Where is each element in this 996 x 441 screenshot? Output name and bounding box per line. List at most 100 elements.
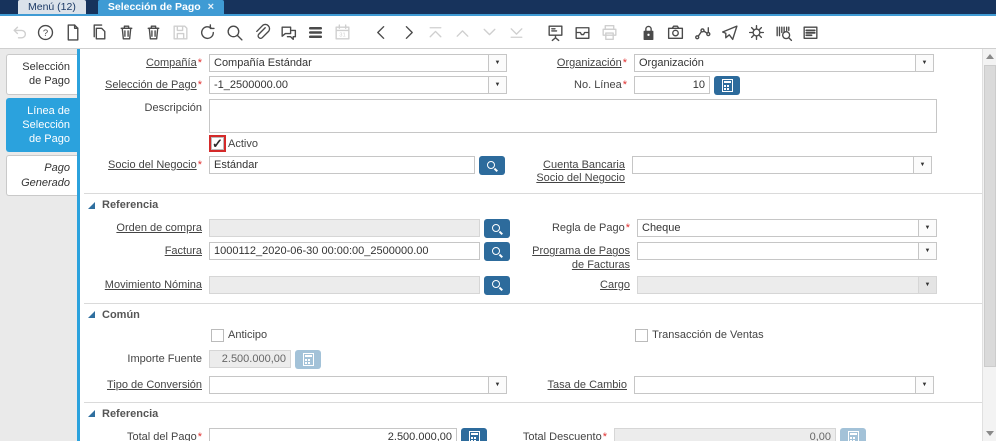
- cuenta-bancaria-combobox[interactable]: [632, 156, 932, 174]
- no-linea-label: No. Línea*: [574, 79, 627, 91]
- organizacion-label: Organización*: [556, 57, 627, 69]
- organizacion-combobox[interactable]: [634, 54, 934, 72]
- socio-del-negocio-input[interactable]: [209, 156, 475, 174]
- tipo-conversion-combobox[interactable]: [209, 375, 507, 394]
- next-record-icon[interactable]: [398, 22, 418, 42]
- tipo-conversion-dropdown-icon[interactable]: [488, 376, 506, 393]
- regla-de-pago-input[interactable]: [638, 220, 918, 237]
- factura-input[interactable]: [209, 242, 480, 261]
- row-compania-organizacion: Compañía* Organización*: [84, 54, 982, 72]
- archive-icon[interactable]: [572, 22, 592, 42]
- no-linea-input[interactable]: [634, 76, 710, 94]
- tasa-cambio-combobox[interactable]: [634, 375, 934, 394]
- calculator-icon: [468, 430, 480, 441]
- cargo-label: Cargo: [600, 278, 630, 291]
- cuenta-bancaria-label: Cuenta Bancaria Socio del Negocio: [536, 159, 625, 185]
- process-icon[interactable]: [746, 22, 766, 42]
- total-pago-input[interactable]: [209, 427, 457, 441]
- collapse-triangle-icon[interactable]: [88, 201, 95, 209]
- delete-selection-icon[interactable]: [143, 22, 163, 42]
- row-socio-cuenta: Socio del Negocio* Cuenta Bancaria Socio…: [84, 156, 982, 185]
- tab-seleccion-de-pago-label: Selección de Pago: [107, 1, 201, 13]
- print-icon: [599, 22, 619, 42]
- seleccion-de-pago-combobox[interactable]: [209, 76, 507, 94]
- svg-text:31: 31: [339, 32, 345, 38]
- toolbar: ? 31: [0, 16, 996, 49]
- sidebar-tab-pago-generado[interactable]: Pago Generado: [6, 155, 77, 197]
- compania-combobox[interactable]: [209, 54, 507, 72]
- importe-fuente-input: [209, 349, 291, 368]
- grid-toggle-icon[interactable]: [305, 22, 325, 42]
- tasa-cambio-dropdown-icon[interactable]: [915, 376, 933, 393]
- compania-dropdown-icon[interactable]: [488, 55, 506, 71]
- sidebar-tab-linea-de-seleccion-de-pago[interactable]: Línea de Selección de Pago: [6, 97, 77, 153]
- activo-checkbox[interactable]: [209, 135, 226, 152]
- tab-seleccion-de-pago[interactable]: Selección de Pago ×: [97, 0, 225, 14]
- descripcion-textarea[interactable]: [209, 99, 937, 133]
- requests-icon[interactable]: [719, 22, 739, 42]
- seleccion-de-pago-dropdown-icon[interactable]: [488, 77, 506, 93]
- delete-record-icon[interactable]: [116, 22, 136, 42]
- prev-record-icon[interactable]: [371, 22, 391, 42]
- scroll-up-icon[interactable]: [983, 50, 996, 63]
- vertical-scrollbar[interactable]: [982, 49, 996, 441]
- cargo-input: [638, 276, 918, 293]
- anticipo-checkbox[interactable]: [211, 328, 224, 342]
- total-descuento-input: [614, 427, 836, 441]
- tab-menu[interactable]: Menú (12): [18, 0, 86, 14]
- cuenta-bancaria-dropdown-icon[interactable]: [913, 157, 931, 173]
- no-linea-calculator-button[interactable]: [714, 76, 740, 95]
- movimiento-nomina-input: [209, 275, 480, 294]
- tasa-cambio-input[interactable]: [635, 376, 915, 393]
- orden-de-compra-search-button[interactable]: [484, 219, 510, 239]
- orden-de-compra-input: [209, 219, 480, 238]
- programa-pagos-input[interactable]: [638, 243, 918, 260]
- seleccion-de-pago-input[interactable]: [210, 77, 488, 93]
- scrollbar-thumb[interactable]: [984, 65, 996, 367]
- collapse-triangle-icon[interactable]: [88, 311, 95, 319]
- refresh-icon[interactable]: [197, 22, 217, 42]
- transaccion-ventas-checkbox[interactable]: [635, 328, 649, 342]
- product-info-icon[interactable]: [773, 22, 793, 42]
- cuenta-bancaria-input[interactable]: [633, 157, 913, 173]
- search-record-icon: [491, 223, 503, 235]
- anticipo-label: Anticipo: [228, 329, 268, 342]
- tipo-conversion-input[interactable]: [210, 376, 488, 393]
- total-pago-calculator-button[interactable]: [461, 427, 487, 441]
- sidebar-tab-seleccion-de-pago[interactable]: Selección de Pago: [6, 54, 77, 95]
- collapse-triangle-icon[interactable]: [88, 410, 95, 418]
- socio-del-negocio-search-button[interactable]: [479, 156, 505, 175]
- programa-pagos-dropdown-icon[interactable]: [918, 243, 936, 260]
- copy-record-icon[interactable]: [89, 22, 109, 42]
- report-icon[interactable]: [545, 22, 565, 42]
- lock-icon[interactable]: [638, 22, 658, 42]
- regla-de-pago-dropdown-icon[interactable]: [918, 220, 936, 237]
- scroll-down-icon[interactable]: [983, 427, 996, 440]
- row-movimiento-cargo: Movimiento Nómina Cargo: [84, 275, 982, 295]
- new-record-icon[interactable]: [62, 22, 82, 42]
- organizacion-dropdown-icon[interactable]: [915, 55, 933, 71]
- row-totales: Total del Pago* Total Descuento*: [84, 427, 982, 441]
- help-icon[interactable]: ?: [35, 22, 55, 42]
- compania-label: Compañía*: [145, 57, 202, 69]
- close-tab-icon[interactable]: ×: [208, 0, 214, 14]
- factura-search-button[interactable]: [484, 242, 510, 262]
- attachment-icon[interactable]: [251, 22, 271, 42]
- tipo-conversion-label: Tipo de Conversión: [107, 378, 202, 391]
- section-referencia-2-title: Referencia: [102, 407, 159, 420]
- save-icon: [170, 22, 190, 42]
- find-icon[interactable]: [224, 22, 244, 42]
- compania-input[interactable]: [210, 55, 488, 71]
- organizacion-input[interactable]: [635, 55, 915, 71]
- regla-de-pago-combobox[interactable]: [637, 219, 937, 238]
- workflow-icon[interactable]: [692, 22, 712, 42]
- programa-pagos-combobox[interactable]: [637, 242, 937, 261]
- tab-menu-label: Menú (12): [28, 1, 76, 13]
- undo-icon: [8, 22, 28, 42]
- window-customization-icon[interactable]: [800, 22, 820, 42]
- search-record-icon: [491, 246, 503, 258]
- chat-icon[interactable]: [278, 22, 298, 42]
- zoom-across-icon[interactable]: [665, 22, 685, 42]
- movimiento-nomina-search-button[interactable]: [484, 275, 510, 295]
- form-content: Compañía* Organización* Selecc: [80, 49, 996, 441]
